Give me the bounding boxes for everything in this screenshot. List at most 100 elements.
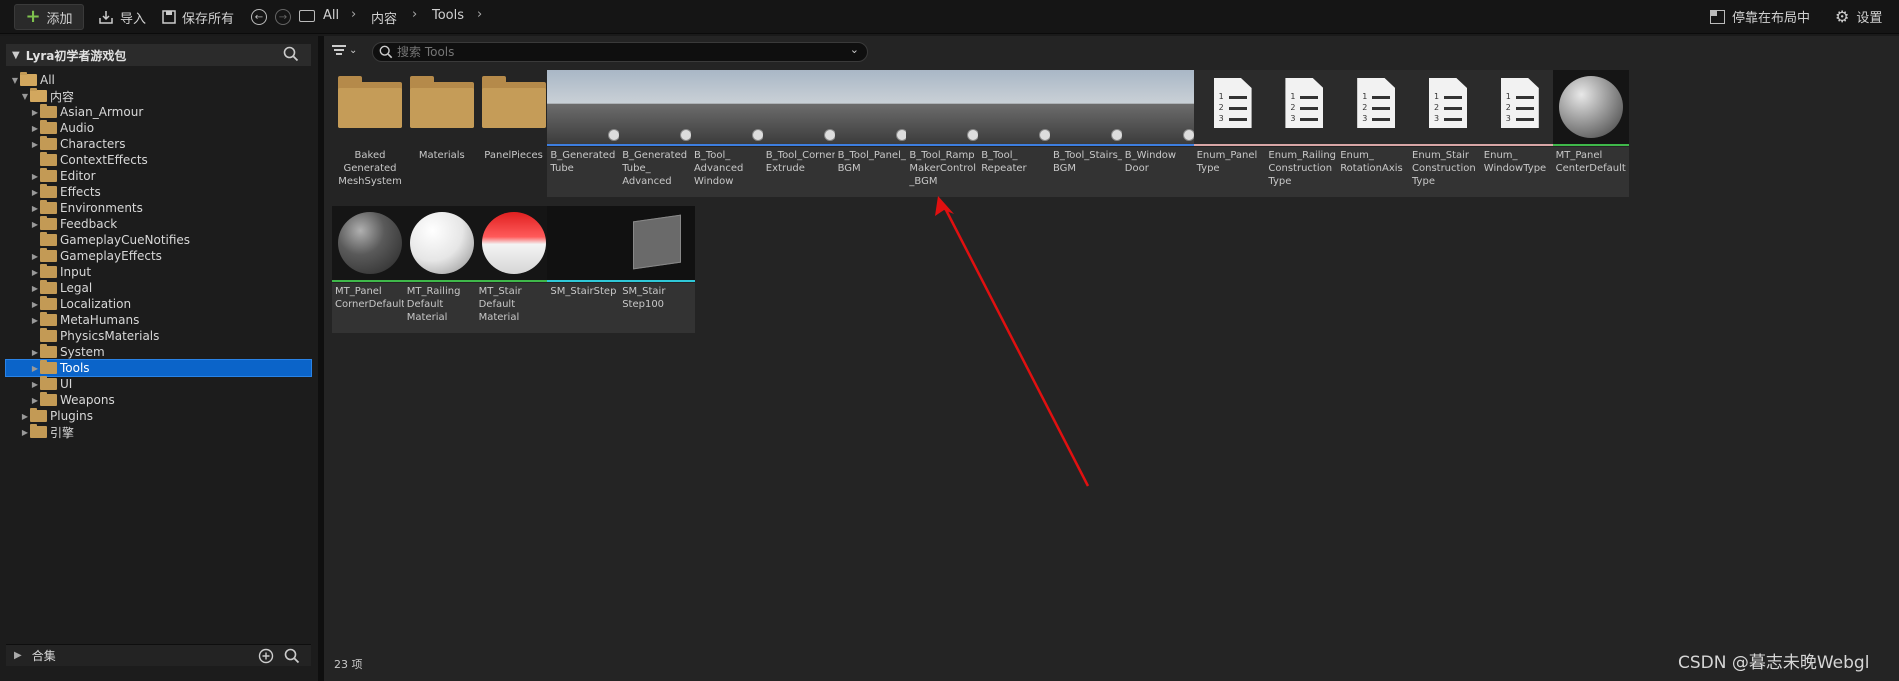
tree-item-weapons[interactable]: ▶ Weapons <box>6 392 311 408</box>
toolbar: + 添加 导入 保存所有 ← → All › 内容 › Tools › 停靠在布… <box>0 0 1899 34</box>
tree-item-characters[interactable]: ▶ Characters <box>6 136 311 152</box>
collapsed-arrow-icon[interactable]: ▶ <box>20 412 30 421</box>
asset-tile[interactable]: B_Tool_Stairs_ BGM <box>1050 70 1126 198</box>
search-field[interactable]: ⌄ <box>372 42 868 62</box>
breadcrumb-content[interactable]: 内容 <box>371 8 397 27</box>
collapsed-arrow-icon[interactable]: ▶ <box>30 172 40 181</box>
asset-tile[interactable]: 1 2 3 Enum_Railing Construction Type <box>1265 70 1342 198</box>
folder-icon <box>40 216 57 230</box>
collapsed-arrow-icon[interactable]: ▶ <box>30 316 40 325</box>
collapsed-arrow-icon[interactable]: ▶ <box>30 188 40 197</box>
tree-item--[interactable]: ▶ 引擎 <box>6 424 311 440</box>
chevron-down-icon[interactable]: ⌄ <box>850 43 859 56</box>
collapsed-arrow-icon[interactable]: ▶ <box>30 204 40 213</box>
asset-tile[interactable]: Baked Generated MeshSystem <box>332 70 408 198</box>
asset-tile[interactable]: B_Tool_Corner Extrude <box>762 70 839 198</box>
chevron-right-icon[interactable]: › <box>351 7 356 22</box>
filter-button[interactable]: ⌄ <box>332 45 357 56</box>
asset-tile[interactable]: 1 2 3 Enum_Panel Type <box>1193 70 1270 198</box>
folder-icon <box>40 104 57 118</box>
add-collection-icon[interactable] <box>258 648 274 664</box>
collections-section[interactable]: ▶ 合集 <box>6 644 311 666</box>
expanded-arrow-icon[interactable]: ▼ <box>10 76 20 85</box>
collapsed-arrow-icon[interactable]: ▶ <box>30 364 40 373</box>
asset-tile[interactable]: SM_StairStep <box>547 206 624 334</box>
asset-tile[interactable]: B_Tool_ Repeater <box>978 70 1055 198</box>
back-icon[interactable]: ← <box>251 9 267 25</box>
collapsed-arrow-icon[interactable]: ▶ <box>30 108 40 117</box>
tree-item-metahumans[interactable]: ▶ MetaHumans <box>6 312 311 328</box>
tree-item-feedback[interactable]: ▶ Feedback <box>6 216 311 232</box>
search-icon[interactable] <box>284 648 300 664</box>
collapsed-arrow-icon[interactable]: ▶ <box>30 396 40 405</box>
chevron-right-icon[interactable]: › <box>412 7 417 22</box>
tree-item-physicsmaterials[interactable]: PhysicsMaterials <box>6 328 311 344</box>
forward-icon[interactable]: → <box>275 9 291 25</box>
expanded-arrow-icon[interactable]: ▼ <box>20 92 30 101</box>
asset-tile[interactable]: 1 2 3 Enum_ WindowType <box>1480 70 1557 198</box>
sources-header[interactable]: ▼ Lyra初学者游戏包 <box>6 44 311 66</box>
tree-item-input[interactable]: ▶ Input <box>6 264 311 280</box>
tree-item-environments[interactable]: ▶ Environments <box>6 200 311 216</box>
asset-tile[interactable]: PanelPieces <box>476 70 552 198</box>
collapsed-arrow-icon[interactable]: ▶ <box>30 252 40 261</box>
breadcrumb-tools[interactable]: Tools <box>432 8 464 23</box>
search-input[interactable] <box>397 44 827 60</box>
tree-item-gameplayeffects[interactable]: ▶ GameplayEffects <box>6 248 311 264</box>
tree-item-all[interactable]: ▼ All <box>6 72 311 88</box>
collapsed-arrow-icon[interactable]: ▶ <box>30 348 40 357</box>
asset-tile[interactable]: B_Generated Tube <box>547 70 624 198</box>
asset-tile[interactable]: MT_Stair Default Material <box>475 206 552 334</box>
search-icon[interactable] <box>283 46 299 62</box>
asset-tile[interactable]: MT_Panel CornerDefault <box>332 206 408 334</box>
asset-tile[interactable]: Materials <box>404 70 480 198</box>
save-all-button[interactable]: 保存所有 <box>162 4 234 30</box>
import-button[interactable]: 导入 <box>98 4 146 30</box>
import-icon <box>99 11 113 24</box>
tree-item-editor[interactable]: ▶ Editor <box>6 168 311 184</box>
asset-tile[interactable]: B_Tool_ Advanced Window <box>691 70 767 198</box>
tree-item-legal[interactable]: ▶ Legal <box>6 280 311 296</box>
tree-item-label: All <box>40 73 55 87</box>
breadcrumb-all[interactable]: All <box>323 8 339 23</box>
collapsed-arrow-icon[interactable]: ▶ <box>30 380 40 389</box>
collapsed-arrow-icon[interactable]: ▶ <box>30 268 40 277</box>
collapsed-arrow-icon[interactable]: ▶ <box>20 428 30 437</box>
tree-item-localization[interactable]: ▶ Localization <box>6 296 311 312</box>
asset-name: Enum_Stair Construction Type <box>1409 147 1485 197</box>
asset-tile[interactable]: B_Tool_Ramp MakerControl _BGM <box>906 70 983 198</box>
asset-tile[interactable]: 1 2 3 Enum_ RotationAxis <box>1337 70 1414 198</box>
asset-tile[interactable]: MT_Panel CenterDefault <box>1552 70 1629 198</box>
add-button[interactable]: + 添加 <box>14 4 84 30</box>
collapsed-arrow-icon[interactable]: ▶ <box>30 284 40 293</box>
asset-tile[interactable]: 1 2 3 Enum_Stair Construction Type <box>1409 70 1485 198</box>
folder-icon[interactable] <box>299 10 315 22</box>
asset-tile[interactable]: B_Tool_Panel_ BGM <box>834 70 911 198</box>
tree-item-ui[interactable]: ▶ UI <box>6 376 311 392</box>
enum-document-icon: 123 <box>1409 70 1485 144</box>
tree-item-effects[interactable]: ▶ Effects <box>6 184 311 200</box>
tree-item-contexteffects[interactable]: ContextEffects <box>6 152 311 168</box>
settings-button[interactable]: ⚙ 设置 <box>1835 7 1882 26</box>
asset-tile[interactable]: B_Window Door <box>1121 70 1198 198</box>
tree-item-system[interactable]: ▶ System <box>6 344 311 360</box>
asset-tile[interactable]: B_Generated Tube_ Advanced <box>619 70 696 198</box>
dock-in-layout-button[interactable]: 停靠在布局中 <box>1710 7 1810 26</box>
tree-item-asian-armour[interactable]: ▶ Asian_Armour <box>6 104 311 120</box>
collapsed-arrow-icon[interactable]: ▶ <box>30 220 40 229</box>
expand-icon[interactable]: ▶ <box>14 650 22 661</box>
chevron-right-icon[interactable]: › <box>477 7 482 22</box>
collapsed-arrow-icon[interactable]: ▶ <box>30 140 40 149</box>
asset-tile[interactable]: MT_Railing Default Material <box>403 206 480 334</box>
import-label: 导入 <box>120 11 147 27</box>
asset-name: B_Tool_Panel_ BGM <box>834 147 911 197</box>
tree-item-gameplaycuenotifies[interactable]: GameplayCueNotifies <box>6 232 311 248</box>
collapsed-arrow-icon[interactable]: ▶ <box>30 300 40 309</box>
collapse-icon[interactable]: ▼ <box>12 50 20 61</box>
collapsed-arrow-icon[interactable]: ▶ <box>30 124 40 133</box>
tree-item-plugins[interactable]: ▶ Plugins <box>6 408 311 424</box>
tree-item--[interactable]: ▼ 内容 <box>6 88 311 104</box>
tree-item-tools[interactable]: ▶ Tools <box>5 359 312 377</box>
tree-item-audio[interactable]: ▶ Audio <box>6 120 311 136</box>
asset-tile[interactable]: SM_Stair Step100 <box>619 206 696 334</box>
